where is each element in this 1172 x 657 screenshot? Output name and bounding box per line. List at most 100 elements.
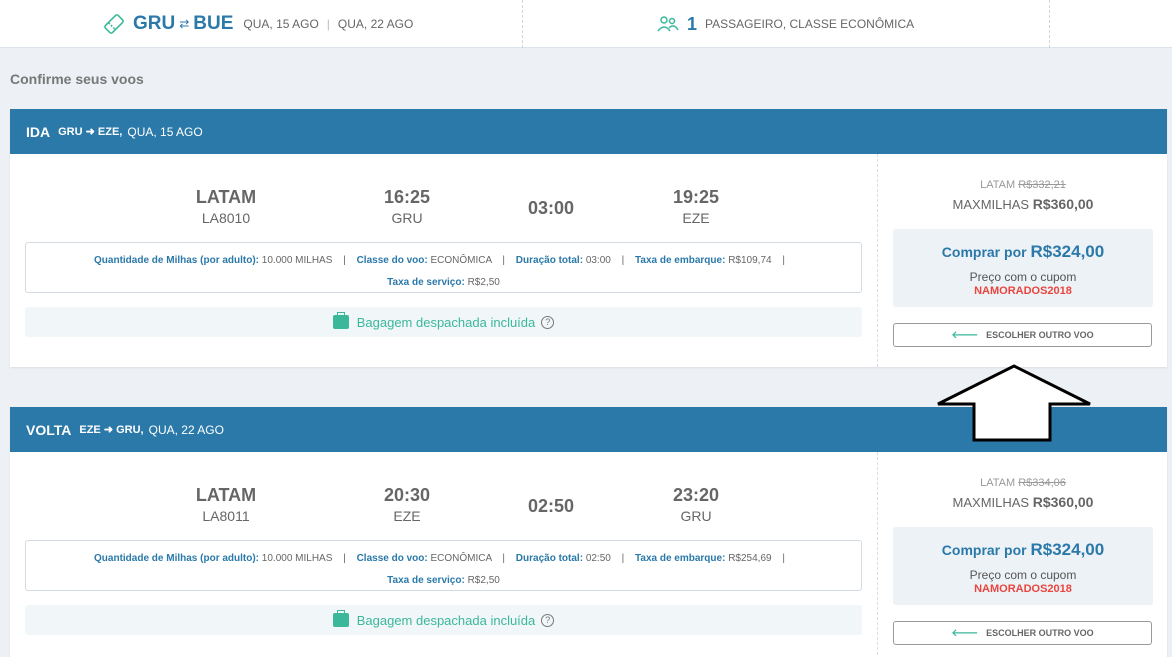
airline-col: LATAM LA8010 <box>176 187 276 226</box>
buy-box[interactable]: Comprar por R$324,00 Preço com o cupom N… <box>893 229 1153 307</box>
duration-label: Duração total: <box>515 553 584 564</box>
arrival-col: 23:20 GRU <box>646 485 746 524</box>
buy-price: R$324,00 <box>1030 242 1105 261</box>
coupon-text: Preço com o cupom <box>969 270 1077 284</box>
direction-label: IDA <box>26 123 51 140</box>
arrival-airport: GRU <box>680 508 712 524</box>
miles-label: Quantidade de Milhas (por adulto): <box>94 255 260 266</box>
suitcase-icon <box>332 312 349 329</box>
miles-label: Quantidade de Milhas (por adulto): <box>94 553 260 564</box>
arrow-left-icon: 🡐 <box>951 330 979 341</box>
boarding-fee-label: Taxa de embarque: <box>635 255 726 266</box>
latam-price-value: R$332,21 <box>1018 179 1066 191</box>
flight-card-return: VOLTA EZE ➜ GRU, QUA, 22 AGO LATAM LA801… <box>10 407 1167 657</box>
choose-other-flight-label: ESCOLHER OUTRO VOO <box>986 628 1094 638</box>
help-icon[interactable]: ? <box>541 613 555 627</box>
duration-col: 02:50 <box>501 496 601 517</box>
flight-number: LA8010 <box>201 210 251 226</box>
class-value: ECONÔMICA <box>430 553 492 564</box>
buy-price: R$324,00 <box>1030 540 1105 559</box>
maxmilhas-price: MAXMILHAS R$360,00 <box>878 196 1168 212</box>
arrival-col: 19:25 EZE <box>646 187 746 226</box>
route-label: EZE ➜ GRU, <box>79 424 144 436</box>
maxmilhas-label: MAXMILHAS <box>952 495 1030 510</box>
route-label: GRU ➜ EZE, <box>58 126 123 138</box>
passenger-count: 1 <box>687 13 698 34</box>
miles-value: 10.000 MILHAS <box>261 553 333 564</box>
passenger-class-text: PASSAGEIRO, CLASSE ECONÔMICA <box>705 17 915 31</box>
departure-col: 16:25 GRU <box>357 187 457 226</box>
duration-value: 02:50 <box>585 553 611 564</box>
arrival-time: 23:20 <box>672 485 720 505</box>
origin-code: GRU <box>133 13 176 34</box>
duration-value: 03:00 <box>585 255 611 266</box>
route-summary[interactable]: GRU ⇄ BUE QUA, 15 AGO | QUA, 22 AGO <box>103 10 413 38</box>
flight-date: QUA, 15 AGO <box>127 124 203 139</box>
latam-price: LATAM R$332,21 <box>878 179 1168 191</box>
flight-date: QUA, 22 AGO <box>148 422 224 437</box>
baggage-info: Bagagem despachada incluída ? <box>25 307 862 337</box>
buy-label: Comprar por <box>941 244 1027 260</box>
class-value: ECONÔMICA <box>430 255 492 266</box>
date-out: QUA, 15 AGO <box>243 17 319 31</box>
boarding-fee-label: Taxa de embarque: <box>635 553 726 564</box>
latam-price: LATAM R$334,06 <box>878 477 1168 489</box>
arrival-time: 19:25 <box>672 187 720 207</box>
buy-label: Comprar por <box>941 542 1027 558</box>
airline-name: LATAM <box>195 485 257 505</box>
swap-icon: ⇄ <box>179 17 190 31</box>
divider <box>522 0 523 48</box>
suitcase-icon <box>332 610 349 627</box>
choose-other-flight-button[interactable]: 🡐 ESCOLHER OUTRO VOO <box>893 323 1152 347</box>
arrival-airport: EZE <box>682 210 710 226</box>
service-fee-value: R$2,50 <box>467 575 500 586</box>
maxmilhas-price-value: R$360,00 <box>1032 494 1094 510</box>
page-title: Confirme seus voos <box>10 71 144 87</box>
flight-details-box: Quantidade de Milhas (por adulto): 10.00… <box>25 540 862 591</box>
duration-label: Duração total: <box>515 255 584 266</box>
latam-label: LATAM <box>980 179 1016 191</box>
departure-airport: GRU <box>391 210 423 226</box>
card-header: IDA GRU ➜ EZE, QUA, 15 AGO <box>10 109 1167 154</box>
choose-other-flight-button[interactable]: 🡐 ESCOLHER OUTRO VOO <box>893 621 1152 645</box>
search-summary-bar: GRU ⇄ BUE QUA, 15 AGO | QUA, 22 AGO 1 PA… <box>0 0 1172 48</box>
maxmilhas-price: MAXMILHAS R$360,00 <box>878 494 1168 510</box>
help-icon[interactable]: ? <box>541 315 555 329</box>
airline-name: LATAM <box>195 187 257 207</box>
flight-duration: 03:00 <box>527 198 575 218</box>
price-column: LATAM R$332,21 MAXMILHAS R$360,00 Compra… <box>877 154 1167 367</box>
boarding-fee-value: R$254,69 <box>728 553 772 564</box>
divider <box>1049 0 1050 48</box>
flight-details-box: Quantidade de Milhas (por adulto): 10.00… <box>25 242 862 293</box>
date-separator: | <box>326 17 330 31</box>
buy-box[interactable]: Comprar por R$324,00 Preço com o cupom N… <box>893 527 1153 605</box>
passenger-summary[interactable]: 1 PASSAGEIRO, CLASSE ECONÔMICA <box>657 10 914 38</box>
arrow-left-icon: 🡐 <box>951 628 979 639</box>
coupon-text: Preço com o cupom <box>969 568 1077 582</box>
ticket-icon <box>104 14 124 34</box>
service-fee-value: R$2,50 <box>467 277 500 288</box>
flight-number: LA8011 <box>202 508 250 524</box>
passengers-icon <box>657 16 679 32</box>
service-fee-label: Taxa de serviço: <box>387 277 465 288</box>
duration-col: 03:00 <box>501 198 601 219</box>
flight-duration: 02:50 <box>527 496 575 516</box>
latam-label: LATAM <box>980 477 1016 489</box>
coupon-code: NAMORADOS2018 <box>974 583 1072 595</box>
destination-code: BUE <box>193 13 234 34</box>
date-back: QUA, 22 AGO <box>337 17 414 31</box>
service-fee-label: Taxa de serviço: <box>387 575 465 586</box>
latam-price-value: R$334,06 <box>1018 477 1066 489</box>
baggage-info: Bagagem despachada incluída ? <box>25 605 862 635</box>
departure-time: 20:30 <box>383 485 431 505</box>
maxmilhas-label: MAXMILHAS <box>952 197 1030 212</box>
class-label: Classe do voo: <box>356 553 428 564</box>
baggage-text: Bagagem despachada incluída <box>356 314 536 330</box>
boarding-fee-value: R$109,74 <box>728 255 772 266</box>
miles-value: 10.000 MILHAS <box>261 255 333 266</box>
maxmilhas-price-value: R$360,00 <box>1032 196 1094 212</box>
annotation-arrow-up-icon <box>937 364 1091 442</box>
departure-airport: EZE <box>393 508 421 524</box>
departure-time: 16:25 <box>383 187 431 207</box>
departure-col: 20:30 EZE <box>357 485 457 524</box>
